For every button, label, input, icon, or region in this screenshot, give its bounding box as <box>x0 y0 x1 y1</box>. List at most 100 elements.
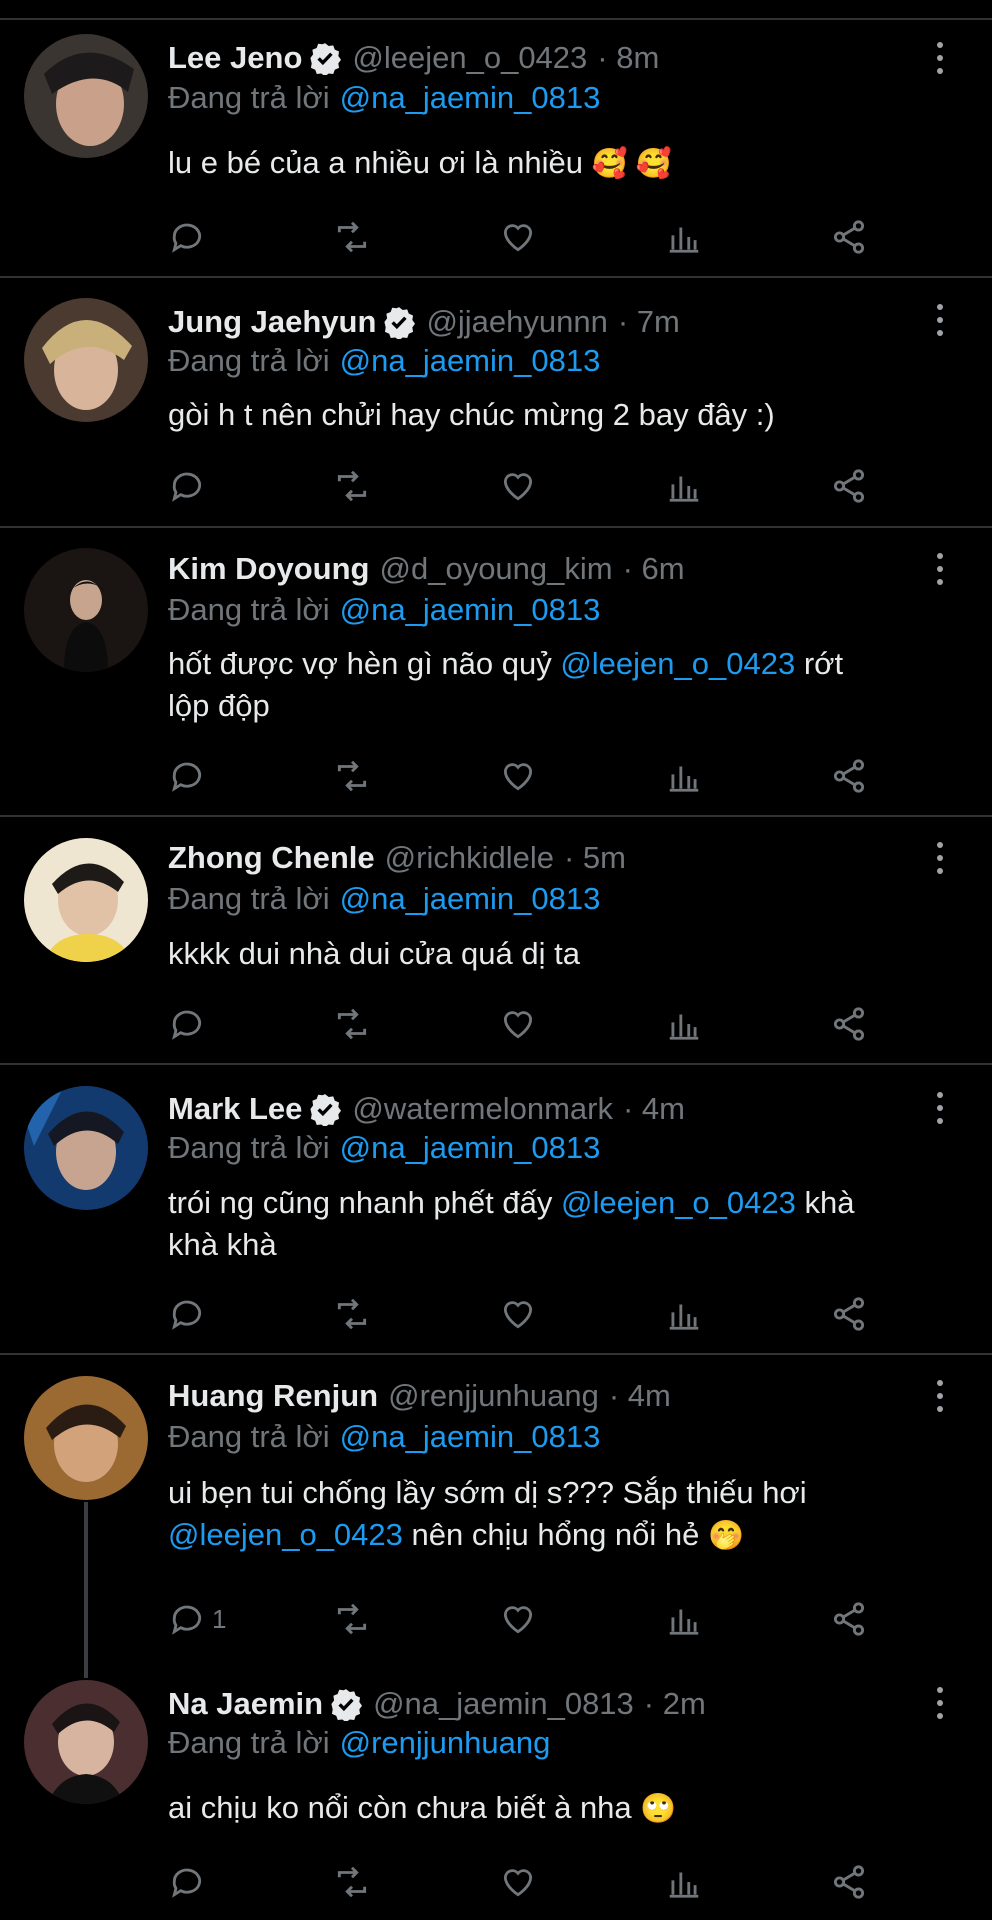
more-options-icon[interactable] <box>930 1683 950 1723</box>
reply-count: 1 <box>212 1603 227 1634</box>
mention-link[interactable]: @renjjunhuang <box>340 1725 551 1760</box>
heart-icon <box>503 1011 533 1039</box>
retweet-button[interactable] <box>333 756 371 796</box>
more-options-icon[interactable] <box>930 1376 950 1416</box>
reply-button[interactable] <box>168 1004 212 1044</box>
retweet-button[interactable] <box>333 1294 371 1334</box>
handle[interactable]: @watermelonmark <box>352 1091 613 1127</box>
mention-link[interactable]: @leejen_o_0423 <box>561 1185 796 1220</box>
display-name[interactable]: Kim Doyoung <box>168 551 370 587</box>
reply-icon <box>172 223 202 253</box>
replying-to: Đang trả lời @na_jaemin_0813 <box>168 1130 601 1165</box>
reply-button[interactable] <box>168 1294 212 1334</box>
heart-icon <box>503 763 533 791</box>
more-options-icon[interactable] <box>930 1088 950 1128</box>
like-button[interactable] <box>499 1004 537 1044</box>
reply-button[interactable]: 1 <box>168 1599 226 1639</box>
handle[interactable]: @renjjunhuang <box>388 1378 599 1414</box>
avatar[interactable] <box>24 1376 148 1500</box>
more-options-icon[interactable] <box>930 549 950 589</box>
more-options-icon[interactable] <box>930 38 950 78</box>
mention-link[interactable]: @leejen_o_0423 <box>560 646 795 681</box>
analytics-button[interactable] <box>665 1294 703 1334</box>
action-bar <box>168 1294 888 1334</box>
like-button[interactable] <box>499 1294 537 1334</box>
reply-icon <box>172 1010 202 1040</box>
replying-to: Đang trả lời @na_jaemin_0813 <box>168 343 601 378</box>
replying-to: Đang trả lời @renjjunhuang <box>168 1725 551 1760</box>
replying-to: Đang trả lời @na_jaemin_0813 <box>168 1419 601 1454</box>
avatar[interactable] <box>24 1680 148 1804</box>
share-icon <box>833 1297 865 1331</box>
avatar[interactable] <box>24 838 148 962</box>
analytics-icon <box>669 227 699 253</box>
like-button[interactable] <box>499 466 537 506</box>
reply-button[interactable] <box>168 217 212 257</box>
display-name[interactable]: Na Jaemin <box>168 1686 323 1722</box>
mention-link[interactable]: @leejen_o_0423 <box>168 1517 403 1552</box>
display-name[interactable]: Lee Jeno <box>168 40 302 76</box>
display-name[interactable]: Jung Jaehyun <box>168 304 376 340</box>
timestamp: · 4m <box>623 1091 685 1126</box>
display-name[interactable]: Mark Lee <box>168 1091 302 1127</box>
retweet-button[interactable] <box>333 217 371 257</box>
heart-icon <box>503 1869 533 1897</box>
share-button[interactable] <box>830 756 868 796</box>
share-button[interactable] <box>830 217 868 257</box>
analytics-button[interactable] <box>665 756 703 796</box>
display-name[interactable]: Huang Renjun <box>168 1378 378 1414</box>
retweet-icon <box>337 1866 367 1898</box>
handle[interactable]: @d_oyoung_kim <box>380 551 613 587</box>
avatar[interactable] <box>24 1086 148 1210</box>
divider <box>0 815 992 817</box>
retweet-button[interactable] <box>333 1862 371 1902</box>
handle[interactable]: @richkidlele <box>385 840 554 876</box>
analytics-icon <box>669 1609 699 1635</box>
share-button[interactable] <box>830 1599 868 1639</box>
share-icon <box>833 469 865 503</box>
retweet-button[interactable] <box>333 1004 371 1044</box>
reply-button[interactable] <box>168 1862 212 1902</box>
timestamp: · 6m <box>622 551 685 586</box>
retweet-icon <box>337 221 367 253</box>
mention-link[interactable]: @na_jaemin_0813 <box>340 592 601 627</box>
tweet-text: lu e bé của a nhiều ơi là nhiều 🥰 🥰 <box>168 145 672 180</box>
avatar[interactable] <box>24 34 148 158</box>
share-button[interactable] <box>830 1862 868 1902</box>
retweet-icon <box>337 1008 367 1040</box>
share-icon <box>833 1007 865 1041</box>
reply-button[interactable] <box>168 466 212 506</box>
mention-link[interactable]: @na_jaemin_0813 <box>340 80 601 115</box>
analytics-button[interactable] <box>665 466 703 506</box>
mention-link[interactable]: @na_jaemin_0813 <box>340 881 601 916</box>
like-button[interactable] <box>499 217 537 257</box>
reply-icon <box>172 1300 202 1330</box>
analytics-button[interactable] <box>665 1862 703 1902</box>
reply-button[interactable] <box>168 756 212 796</box>
avatar[interactable] <box>24 548 148 672</box>
handle[interactable]: @jjaehyunnn <box>426 304 607 340</box>
analytics-button[interactable] <box>665 217 703 257</box>
more-options-icon[interactable] <box>930 300 950 340</box>
analytics-button[interactable] <box>665 1004 703 1044</box>
mention-link[interactable]: @na_jaemin_0813 <box>340 1130 601 1165</box>
share-button[interactable] <box>830 466 868 506</box>
more-options-icon[interactable] <box>930 838 950 878</box>
share-button[interactable] <box>830 1294 868 1334</box>
analytics-button[interactable] <box>665 1599 703 1639</box>
tweet-text: ai chịu ko nổi còn chưa biết à nha 🙄 <box>168 1790 677 1825</box>
mention-link[interactable]: @na_jaemin_0813 <box>340 343 601 378</box>
heart-icon <box>503 1606 533 1634</box>
handle[interactable]: @leejen_o_0423 <box>352 40 587 76</box>
mention-link[interactable]: @na_jaemin_0813 <box>340 1419 601 1454</box>
display-name[interactable]: Zhong Chenle <box>168 840 375 876</box>
retweet-button[interactable] <box>333 466 371 506</box>
like-button[interactable] <box>499 1599 537 1639</box>
share-button[interactable] <box>830 1004 868 1044</box>
handle[interactable]: @na_jaemin_0813 <box>373 1686 634 1722</box>
avatar[interactable] <box>24 298 148 422</box>
like-button[interactable] <box>499 756 537 796</box>
action-bar <box>168 217 888 257</box>
like-button[interactable] <box>499 1862 537 1902</box>
retweet-button[interactable] <box>333 1599 371 1639</box>
